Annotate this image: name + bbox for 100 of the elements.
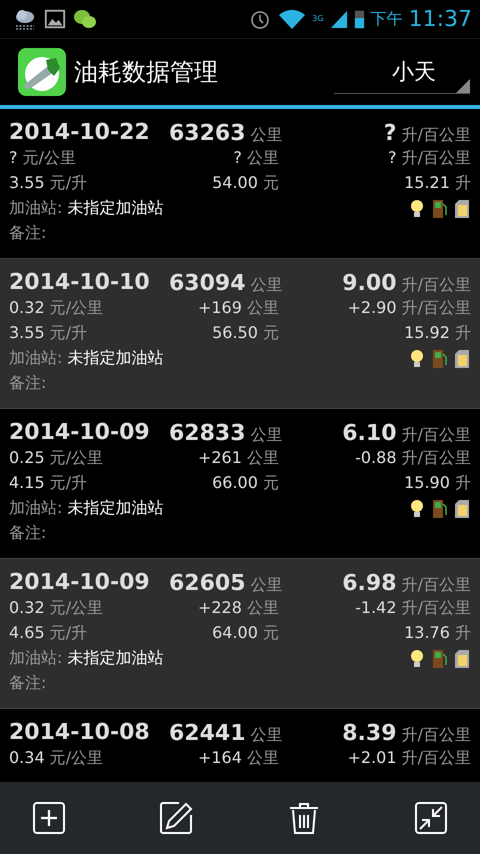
consumption-value: 6.10 bbox=[342, 421, 397, 446]
station-name: 未指定加油站 bbox=[67, 348, 164, 367]
fuel-pump-icon bbox=[431, 648, 447, 668]
record-date: 2014-10-22 bbox=[9, 120, 151, 146]
picture-icon bbox=[44, 8, 66, 30]
unit-label: 升 bbox=[455, 623, 471, 642]
fuel-can-icon bbox=[453, 348, 471, 368]
consumption-change-value: -1.42 bbox=[355, 598, 397, 617]
add-icon[interactable] bbox=[32, 801, 66, 835]
amount-value: 66.00 bbox=[212, 473, 258, 492]
unit-label: 升 bbox=[455, 473, 471, 492]
app-logo-icon[interactable] bbox=[18, 48, 66, 96]
fuel-pump-icon bbox=[431, 348, 447, 368]
odometer-value: 63263 bbox=[169, 121, 246, 146]
unit-label: 升/百公里 bbox=[402, 275, 471, 294]
distance-value: +169 bbox=[198, 298, 242, 317]
price-value: 3.55 bbox=[9, 173, 45, 192]
price-value: 4.15 bbox=[9, 473, 45, 492]
unit-label: 公里 bbox=[250, 575, 283, 594]
unit-label: 元 bbox=[263, 623, 279, 642]
note-label: 备注: bbox=[9, 523, 48, 544]
unit-label: 升/百公里 bbox=[402, 598, 471, 617]
station-label: 加油站: bbox=[9, 498, 62, 517]
unit-label: 升 bbox=[455, 323, 471, 342]
distance-value: +164 bbox=[198, 748, 242, 767]
unit-label: 元/升 bbox=[50, 173, 88, 192]
amount-value: 64.00 bbox=[212, 623, 258, 642]
volume-value: 15.90 bbox=[404, 473, 450, 492]
unit-label: 元 bbox=[263, 323, 279, 342]
volume-value: 15.21 bbox=[404, 173, 450, 192]
note-label: 备注: bbox=[9, 373, 48, 394]
cost-per-km-value: 0.32 bbox=[9, 598, 45, 617]
wifi-icon bbox=[278, 8, 306, 30]
distance-value: +228 bbox=[198, 598, 242, 617]
app-title: 油耗数据管理 bbox=[74, 57, 218, 88]
volume-value: 15.92 bbox=[404, 323, 450, 342]
cost-per-km-value: ? bbox=[9, 148, 18, 167]
unit-label: 升/百公里 bbox=[402, 148, 471, 167]
network-label: 3G bbox=[312, 15, 324, 23]
cost-per-km-value: 0.25 bbox=[9, 448, 45, 467]
unit-label: 公里 bbox=[247, 748, 279, 767]
record-date: 2014-10-09 bbox=[9, 570, 151, 596]
unit-label: 元/升 bbox=[50, 623, 88, 642]
unit-label: 公里 bbox=[250, 725, 283, 744]
price-value: 3.55 bbox=[9, 323, 45, 342]
fuel-can-icon bbox=[453, 648, 471, 668]
unit-label: 升/百公里 bbox=[402, 298, 471, 317]
station-label: 加油站: bbox=[9, 348, 62, 367]
unit-label: 元/公里 bbox=[50, 448, 104, 467]
bulb-icon bbox=[409, 498, 425, 518]
odometer-value: 62833 bbox=[169, 421, 246, 446]
unit-label: 元 bbox=[263, 173, 279, 192]
consumption-value: 6.98 bbox=[342, 571, 397, 596]
bulb-icon bbox=[409, 198, 425, 218]
station-label: 加油站: bbox=[9, 648, 62, 667]
unit-label: 元/公里 bbox=[22, 148, 76, 167]
odometer-value: 62441 bbox=[169, 721, 246, 746]
dropdown-corner-icon bbox=[456, 79, 470, 93]
fuel-can-icon bbox=[453, 198, 471, 218]
unit-label: 元/公里 bbox=[50, 598, 104, 617]
unit-label: 元/升 bbox=[50, 323, 88, 342]
odometer-value: 63094 bbox=[169, 271, 246, 296]
cost-per-km-value: 0.32 bbox=[9, 298, 45, 317]
consumption-value: ? bbox=[384, 121, 397, 146]
unit-label: 升/百公里 bbox=[402, 748, 471, 767]
unit-label: 升/百公里 bbox=[402, 425, 471, 444]
unit-label: 升/百公里 bbox=[402, 725, 471, 744]
fuel-can-icon bbox=[453, 498, 471, 518]
station-label: 加油站: bbox=[9, 198, 62, 217]
cost-per-km-value: 0.34 bbox=[9, 748, 45, 767]
station-name: 未指定加油站 bbox=[67, 648, 164, 667]
unit-label: 公里 bbox=[247, 448, 279, 467]
unit-label: 元/公里 bbox=[50, 298, 104, 317]
bulb-icon bbox=[409, 348, 425, 368]
unit-label: 公里 bbox=[247, 598, 279, 617]
record-date: 2014-10-08 bbox=[9, 720, 151, 746]
unit-label: 元 bbox=[263, 473, 279, 492]
amount-value: 54.00 bbox=[212, 173, 258, 192]
fuel-pump-icon bbox=[431, 498, 447, 518]
time-period: 下午 bbox=[370, 8, 403, 30]
unit-label: 升/百公里 bbox=[402, 575, 471, 594]
odometer-value: 62605 bbox=[169, 571, 246, 596]
clock-time: 11:37 bbox=[408, 6, 472, 32]
battery-icon bbox=[354, 8, 365, 30]
unit-label: 公里 bbox=[250, 425, 283, 444]
station-name: 未指定加油站 bbox=[67, 498, 164, 517]
edit-icon[interactable] bbox=[159, 801, 194, 835]
consumption-change-value: ? bbox=[388, 148, 397, 167]
account-dropdown[interactable]: 小天 bbox=[334, 50, 470, 94]
collapse-icon[interactable] bbox=[414, 801, 448, 835]
bulb-icon bbox=[409, 648, 425, 668]
chat-icon bbox=[72, 7, 98, 31]
volume-value: 13.76 bbox=[404, 623, 450, 642]
consumption-change-value: +2.90 bbox=[347, 298, 397, 317]
unit-label: 升/百公里 bbox=[402, 125, 471, 144]
unit-label: 升 bbox=[455, 173, 471, 192]
consumption-value: 9.00 bbox=[342, 271, 397, 296]
distance-value: +261 bbox=[198, 448, 242, 467]
unit-label: 元/公里 bbox=[50, 748, 104, 767]
station-name: 未指定加油站 bbox=[67, 198, 164, 217]
